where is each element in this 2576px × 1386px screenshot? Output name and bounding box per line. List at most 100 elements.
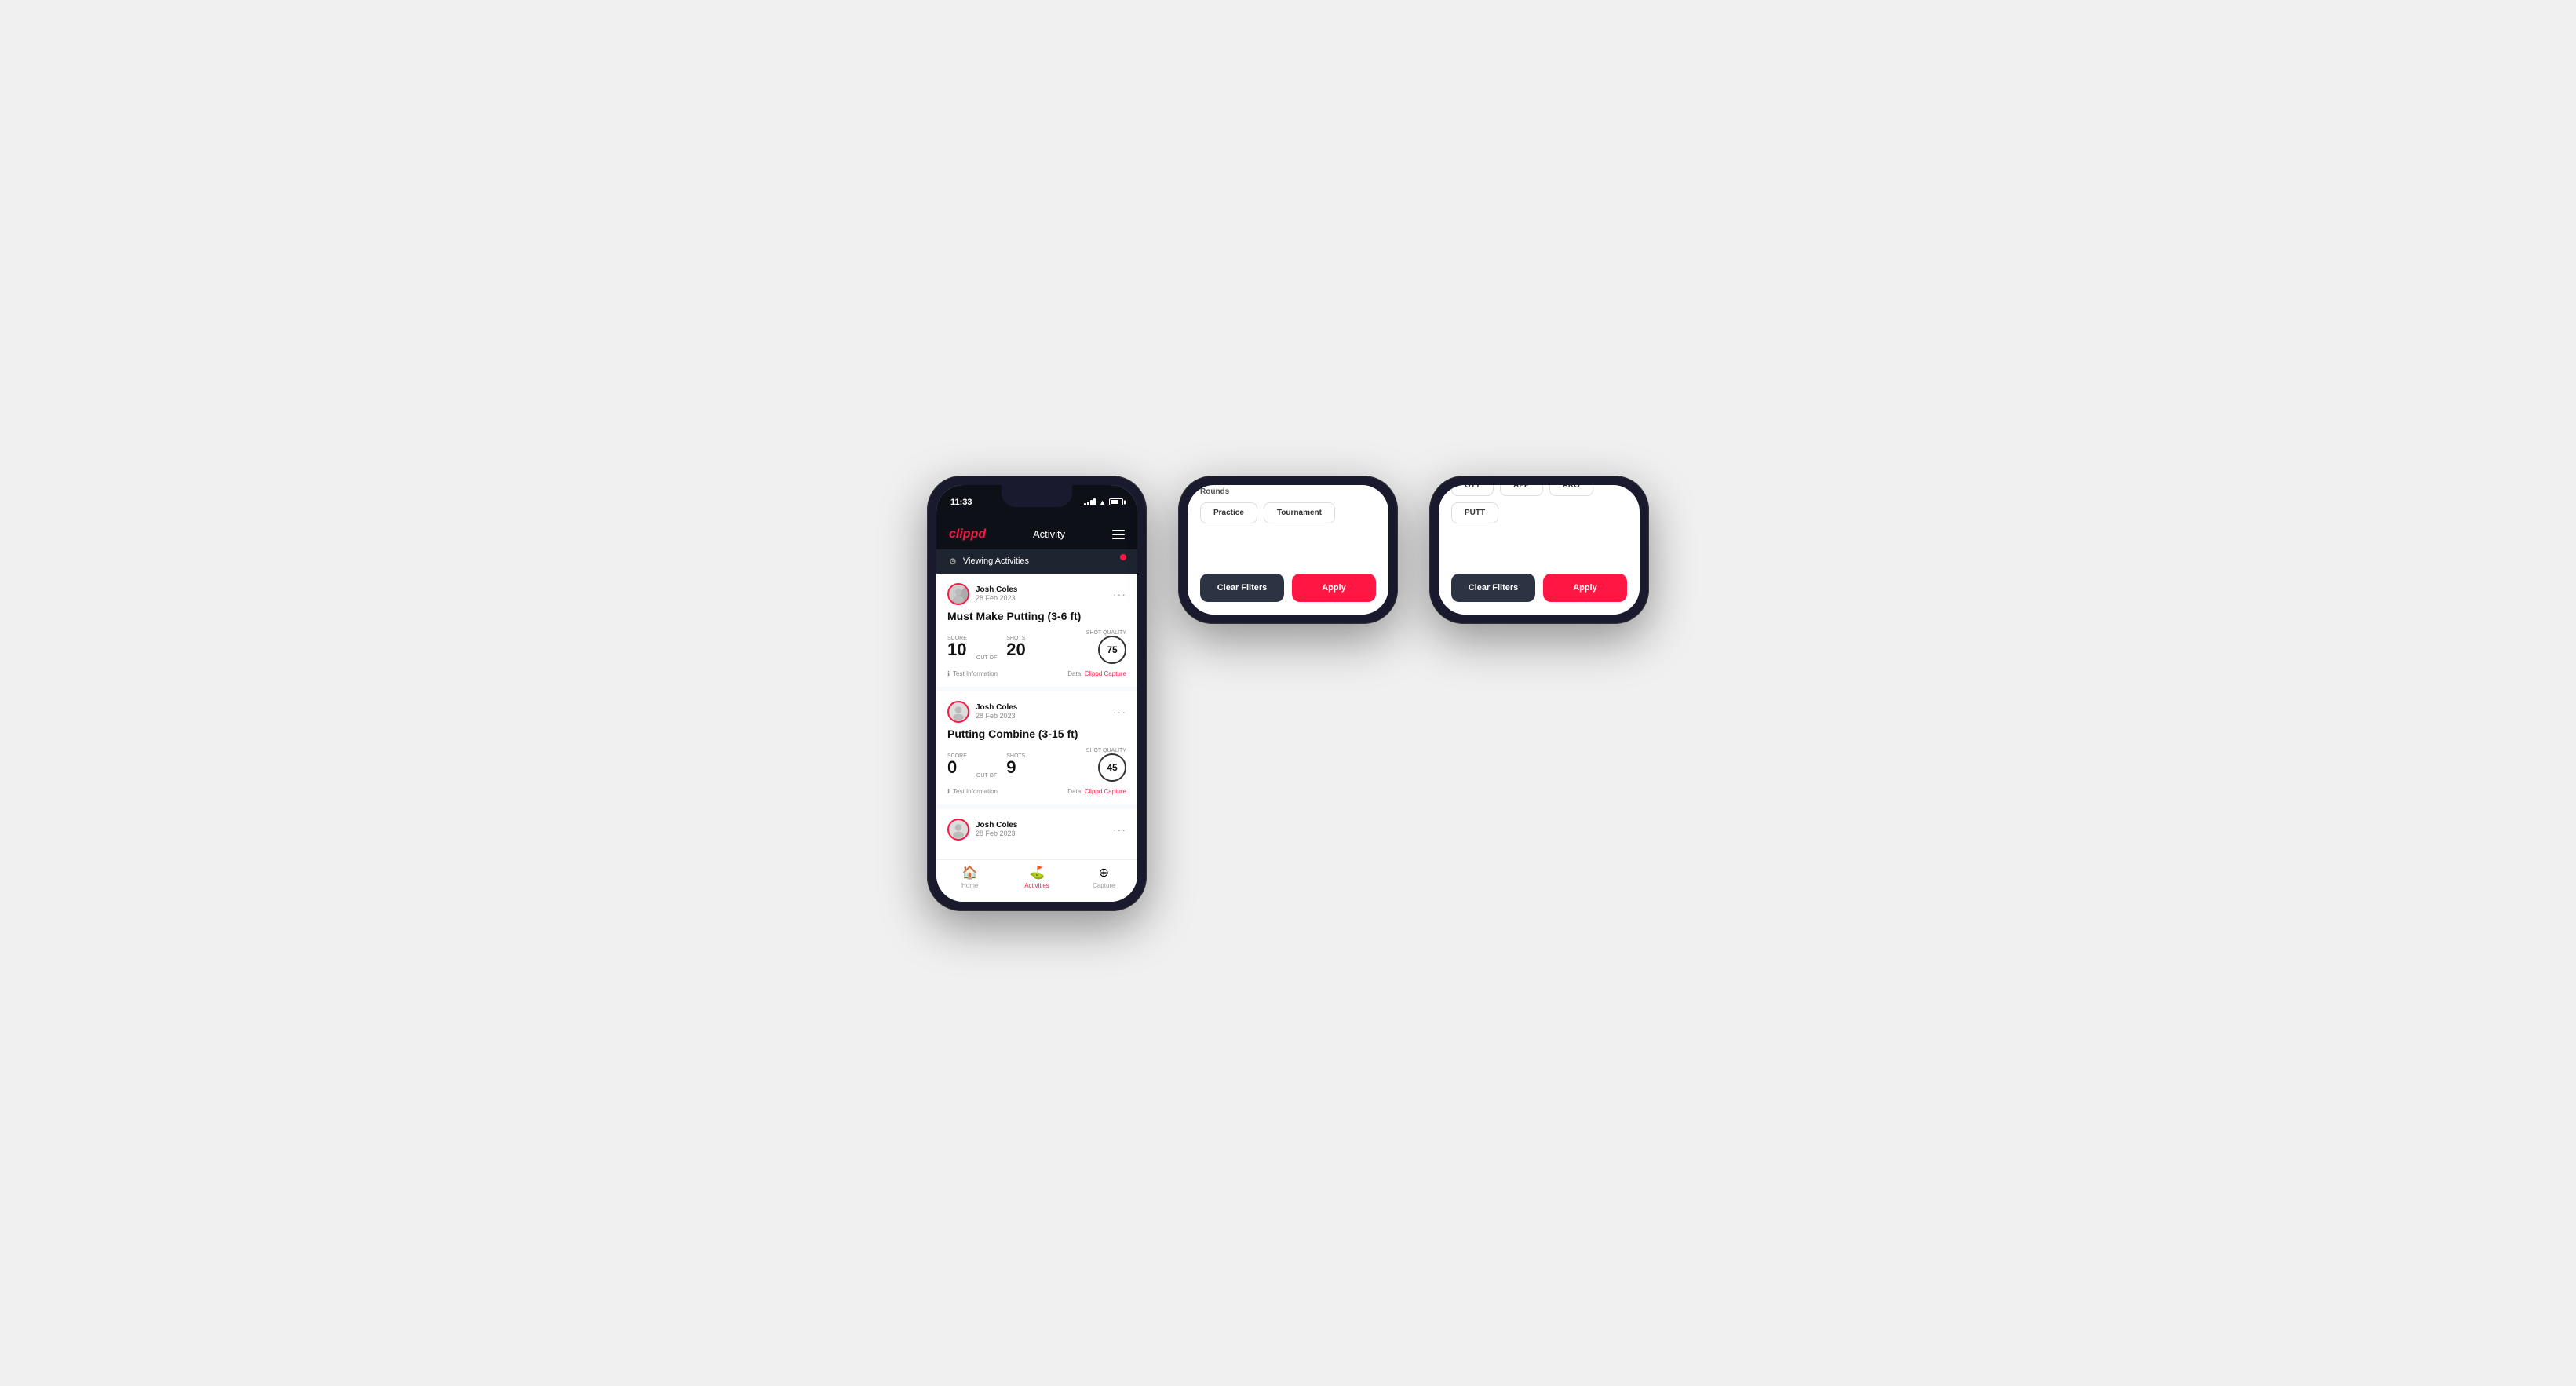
signal-bar-3	[1090, 500, 1093, 505]
wifi-icon-1: ▲	[1099, 498, 1106, 506]
card-title-2: Putting Combine (3-15 ft)	[947, 728, 1126, 740]
stat-score-1: Score 10	[947, 636, 967, 658]
nav-home-1[interactable]: 🏠 Home	[936, 865, 1003, 889]
logo-1: clippd	[949, 527, 986, 542]
apply-btn-3[interactable]: Apply	[1543, 574, 1627, 602]
info-icon-2: ℹ	[947, 788, 950, 795]
phone-3: 11:33 ▲ clippd Activity	[1429, 476, 1649, 624]
out-of-2: OUT OF	[976, 773, 997, 782]
status-bar-1: 11:33 ▲	[936, 485, 1137, 520]
shot-quality-group-1: Shot Quality 75	[1086, 630, 1126, 664]
avatar-3	[947, 819, 969, 841]
screenshot-container: 11:33 ▲ clippd Activity	[927, 476, 1649, 911]
score-value-2: 0	[947, 759, 967, 776]
filter-modal-3: Filter ✕ Show Rounds Practice Drills Pra…	[1439, 485, 1640, 615]
more-dots-3[interactable]: ···	[1113, 823, 1126, 836]
hamburger-line-1	[1112, 530, 1125, 531]
activity-card-2[interactable]: Josh Coles 28 Feb 2023 ··· Putting Combi…	[936, 691, 1137, 804]
bottom-nav-1: 🏠 Home ⛳ Activities ⊕ Capture	[936, 859, 1137, 902]
app-btn-3[interactable]: APP	[1500, 485, 1543, 496]
out-of-1: OUT OF	[976, 655, 997, 664]
card-footer-1: ℹ Test Information Data: Clippd Capture	[947, 670, 1126, 677]
apply-btn-2[interactable]: Apply	[1292, 574, 1376, 602]
info-icon-1: ℹ	[947, 670, 950, 677]
activity-card-3[interactable]: Josh Coles 28 Feb 2023 ···	[936, 809, 1137, 855]
stat-shots-2: Shots 9	[1006, 753, 1025, 776]
user-details-3: Josh Coles 28 Feb 2023	[976, 821, 1017, 837]
signal-bar-4	[1093, 498, 1096, 505]
info-label-2: Test Information	[953, 788, 998, 795]
username-3: Josh Coles	[976, 821, 1017, 830]
hamburger-line-3	[1112, 538, 1125, 539]
card-header-1: Josh Coles 28 Feb 2023 ···	[947, 583, 1126, 605]
putt-btn-3[interactable]: PUTT	[1451, 502, 1498, 523]
clear-filters-btn-2[interactable]: Clear Filters	[1200, 574, 1284, 602]
clippd-brand-2: Clippd Capture	[1085, 788, 1126, 795]
hamburger-line-2	[1112, 534, 1125, 535]
shots-value-2: 9	[1006, 759, 1025, 776]
user-date-2: 28 Feb 2023	[976, 712, 1017, 720]
practice-drills-buttons-3: OTT APP ARG PUTT	[1451, 485, 1627, 523]
practice-round-btn-2[interactable]: Practice	[1200, 502, 1257, 523]
user-date-1: 28 Feb 2023	[976, 594, 1017, 602]
more-dots-1[interactable]: ···	[1113, 588, 1126, 600]
signal-bars-1	[1084, 498, 1096, 505]
user-details-1: Josh Coles 28 Feb 2023	[976, 585, 1017, 602]
shot-quality-value-1: 75	[1107, 644, 1117, 655]
shot-quality-label-1: Shot Quality	[1086, 630, 1126, 636]
shot-quality-group-2: Shot Quality 45	[1086, 748, 1126, 782]
clear-filters-btn-3[interactable]: Clear Filters	[1451, 574, 1535, 602]
signal-bar-2	[1087, 502, 1089, 505]
phone-2-screen: 11:33 ▲ clippd Activity	[1188, 485, 1388, 615]
test-info-1: ℹ Test Information	[947, 670, 998, 677]
clippd-brand-1: Clippd Capture	[1085, 670, 1126, 677]
user-info-1: Josh Coles 28 Feb 2023	[947, 583, 1017, 605]
arg-btn-3[interactable]: ARG	[1549, 485, 1593, 496]
avatar-svg-2	[949, 701, 968, 723]
avatar-2	[947, 701, 969, 723]
stat-score-2: Score 0	[947, 753, 967, 776]
nav-capture-1[interactable]: ⊕ Capture	[1071, 865, 1137, 889]
nav-activities-label-1: Activities	[1024, 882, 1049, 889]
activity-card-1[interactable]: Josh Coles 28 Feb 2023 ··· Must Make Put…	[936, 574, 1137, 687]
modal-footer-2: Clear Filters Apply	[1200, 574, 1376, 602]
viewing-bar-text-1: Viewing Activities	[963, 556, 1029, 566]
viewing-bar-1[interactable]: ⚙ Viewing Activities	[936, 549, 1137, 574]
card-header-2: Josh Coles 28 Feb 2023 ···	[947, 701, 1126, 723]
card-title-1: Must Make Putting (3-6 ft)	[947, 610, 1126, 622]
filter-icon-1: ⚙	[949, 556, 957, 567]
user-date-3: 28 Feb 2023	[976, 830, 1017, 837]
stats-row-2: Score 0 OUT OF Shots 9 Shot Quality 45	[947, 748, 1126, 782]
shots-value-1: 20	[1006, 641, 1025, 658]
phone-1: 11:33 ▲ clippd Activity	[927, 476, 1147, 911]
user-info-2: Josh Coles 28 Feb 2023	[947, 701, 1017, 723]
hamburger-menu-1[interactable]	[1112, 530, 1125, 539]
signal-bar-1	[1084, 503, 1086, 505]
filter-modal-2: Filter ✕ Show Rounds Practice Drills Rou…	[1188, 485, 1388, 615]
shot-quality-badge-2: 45	[1098, 753, 1126, 782]
home-icon-1: 🏠	[962, 865, 978, 881]
modal-backdrop-2: Filter ✕ Show Rounds Practice Drills Rou…	[1188, 485, 1388, 615]
tournament-btn-2[interactable]: Tournament	[1264, 502, 1335, 523]
data-source-1: Data: Clippd Capture	[1067, 670, 1126, 677]
card-header-3: Josh Coles 28 Feb 2023 ···	[947, 819, 1126, 841]
modal-footer-3: Clear Filters Apply	[1451, 574, 1627, 602]
phone-1-screen: 11:33 ▲ clippd Activity	[936, 485, 1137, 902]
more-dots-2[interactable]: ···	[1113, 706, 1126, 718]
phone-2: 11:33 ▲ clippd Activity	[1178, 476, 1398, 624]
avatar-svg-1	[949, 583, 968, 605]
ott-btn-3[interactable]: OTT	[1451, 485, 1494, 496]
nav-activities-1[interactable]: ⛳ Activities	[1003, 865, 1070, 889]
battery-fill-1	[1111, 500, 1118, 504]
nav-capture-label-1: Capture	[1093, 882, 1115, 889]
nav-home-label-1: Home	[961, 882, 978, 889]
rounds-section-label-2: Rounds	[1200, 487, 1376, 496]
score-value-1: 10	[947, 641, 967, 658]
notch-1	[1002, 485, 1072, 507]
username-1: Josh Coles	[976, 585, 1017, 594]
app-header-1: clippd Activity	[936, 520, 1137, 549]
header-title-1: Activity	[1033, 528, 1065, 540]
data-source-2: Data: Clippd Capture	[1067, 788, 1126, 795]
shot-quality-label-2: Shot Quality	[1086, 748, 1126, 753]
user-details-2: Josh Coles 28 Feb 2023	[976, 703, 1017, 720]
